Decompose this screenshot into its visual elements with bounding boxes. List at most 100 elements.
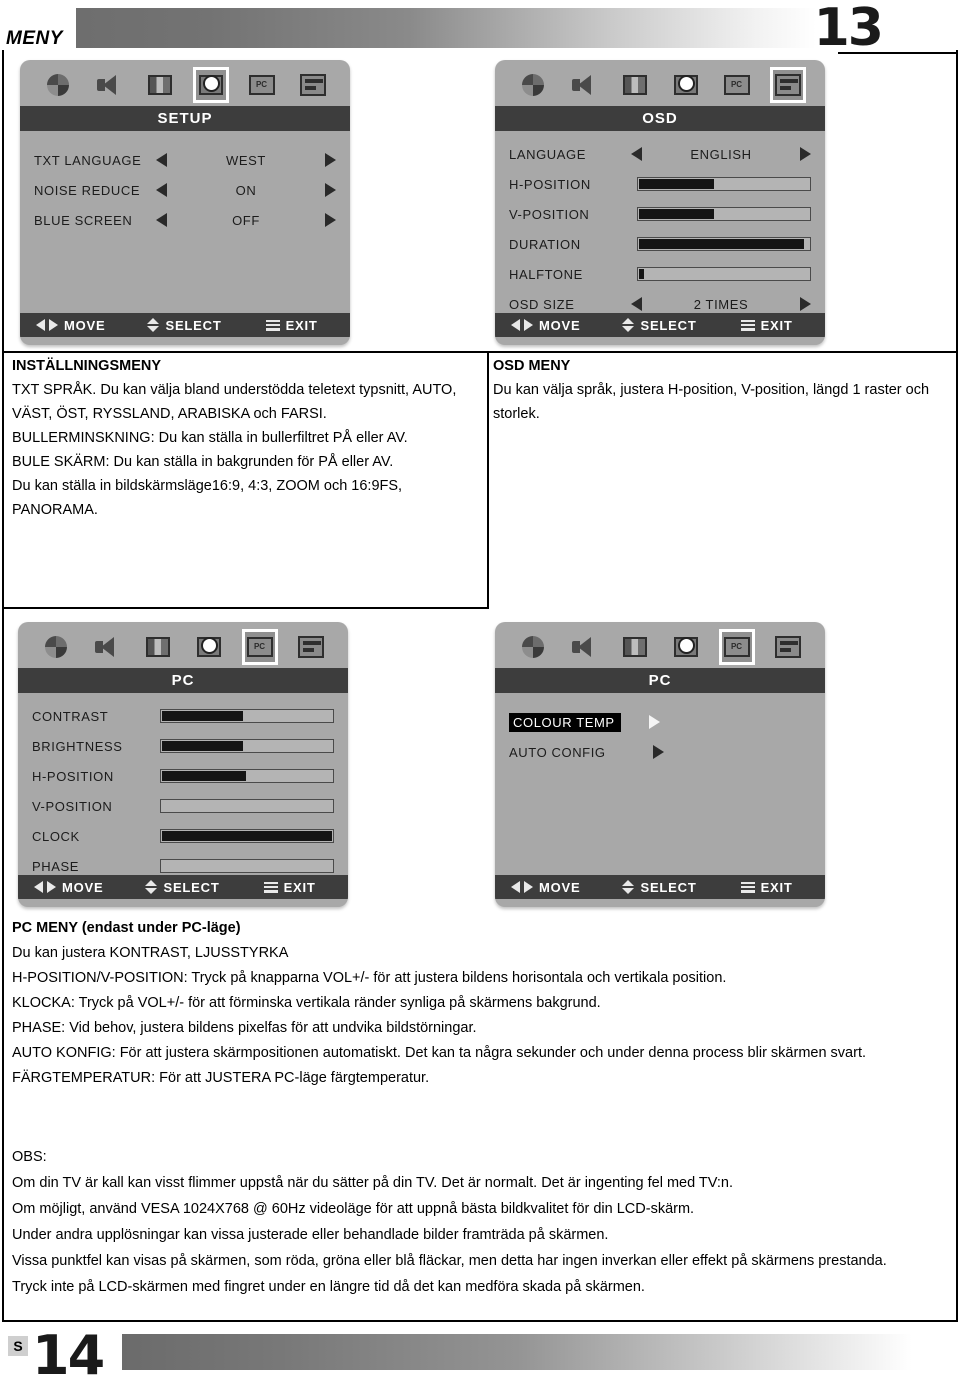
pc-menu-line: FÄRGTEMPERATUR: För att JUSTERA PC-läge …: [12, 1070, 430, 1086]
pc-menu-line: H-POSITION/V-POSITION: Tryck på knapparn…: [12, 970, 727, 986]
left-arrow-icon: [34, 881, 43, 893]
pc-menu-line: KLOCKA: Tryck på VOL+/- för att förminsk…: [12, 995, 601, 1011]
up-down-arrow-icon: [147, 318, 160, 332]
up-down-arrow-icon: [622, 318, 635, 332]
picture-wheel-icon[interactable]: [518, 70, 548, 100]
menu-row[interactable]: NOISE REDUCE ON: [20, 175, 350, 205]
osd-menu-description: OSD MENY Du kan välja språk, justera H-p…: [493, 354, 951, 426]
slider-track[interactable]: [160, 709, 334, 723]
panel-footer: MOVE SELECT EXIT: [18, 875, 348, 899]
tv-screen-icon[interactable]: [143, 632, 173, 662]
increase-arrow-icon[interactable]: [800, 297, 811, 311]
setup-menu-description: INSTÄLLNINGSMENY TXT SPRÅK. Du kan välja…: [12, 354, 480, 522]
menu-row[interactable]: TXT LANGUAGE WEST: [20, 145, 350, 175]
note-heading: OBS:: [12, 1149, 47, 1165]
submenu-arrow-icon[interactable]: [649, 715, 660, 729]
decrease-arrow-icon[interactable]: [631, 147, 642, 161]
footer-exit: EXIT: [740, 318, 793, 333]
slider-track[interactable]: [160, 739, 334, 753]
slider-fill: [162, 771, 246, 781]
submenu-arrow-icon[interactable]: [653, 745, 664, 759]
row-label: CLOCK: [32, 828, 80, 844]
row-label: V-POSITION: [509, 206, 590, 222]
slider-track[interactable]: [637, 177, 811, 191]
osd-settings-icon[interactable]: [769, 67, 806, 103]
panel-body: COLOUR TEMP AUTO CONFIG: [495, 693, 825, 873]
slider-track[interactable]: [637, 237, 811, 251]
decrease-arrow-icon[interactable]: [156, 213, 167, 227]
osd-settings-icon[interactable]: [296, 632, 326, 662]
tv-screen-icon[interactable]: [145, 70, 175, 100]
slider-track[interactable]: [160, 799, 334, 813]
picture-wheel-icon[interactable]: [518, 632, 548, 662]
menu-row[interactable]: AUTO CONFIG: [495, 737, 825, 767]
osd-settings-icon[interactable]: [298, 70, 328, 100]
menu-row[interactable]: CLOCK: [18, 821, 348, 851]
pc-icon[interactable]: PC: [722, 70, 752, 100]
panel-title: SETUP: [20, 106, 350, 131]
menu-row[interactable]: V-POSITION: [495, 199, 825, 229]
menu-row[interactable]: BRIGHTNESS: [18, 731, 348, 761]
footer-move: MOVE: [511, 318, 580, 333]
decrease-arrow-icon[interactable]: [631, 297, 642, 311]
slider-fill: [162, 741, 243, 751]
footer-select: SELECT: [147, 318, 221, 333]
footer-select-label: SELECT: [640, 879, 697, 895]
note-line: Vissa punktfel kan visas på skärmen, som…: [12, 1253, 887, 1269]
page-frame-right-border: [956, 50, 958, 1322]
footer-move-label: MOVE: [539, 317, 581, 333]
text-section-vertical-divider: [487, 351, 489, 609]
slider-track[interactable]: [160, 829, 334, 843]
slider-track[interactable]: [160, 769, 334, 783]
clock-setup-icon[interactable]: [671, 70, 701, 100]
footer-select-label: SELECT: [163, 879, 220, 895]
footer-select: SELECT: [145, 880, 219, 895]
slider-track[interactable]: [160, 859, 334, 873]
speaker-icon[interactable]: [94, 70, 124, 100]
menu-row[interactable]: LANGUAGE ENGLISH: [495, 139, 825, 169]
increase-arrow-icon[interactable]: [325, 183, 336, 197]
menu-row[interactable]: CONTRAST: [18, 701, 348, 731]
slider-fill: [639, 179, 715, 189]
clock-setup-icon[interactable]: [194, 632, 224, 662]
pc-icon[interactable]: PC: [247, 70, 277, 100]
slider-track[interactable]: [637, 267, 811, 281]
clock-setup-icon[interactable]: [192, 67, 229, 103]
speaker-icon[interactable]: [569, 632, 599, 662]
slider-fill: [162, 711, 243, 721]
tv-screen-icon[interactable]: [620, 632, 650, 662]
speaker-icon[interactable]: [92, 632, 122, 662]
footer-move: MOVE: [34, 880, 103, 895]
speaker-icon[interactable]: [569, 70, 599, 100]
footer-move: MOVE: [511, 880, 580, 895]
menu-row[interactable]: DURATION: [495, 229, 825, 259]
menu-row[interactable]: BLUE SCREEN OFF: [20, 205, 350, 235]
pc-icon[interactable]: PC: [241, 629, 278, 665]
row-value: OFF: [232, 212, 260, 228]
increase-arrow-icon[interactable]: [800, 147, 811, 161]
picture-wheel-icon[interactable]: [41, 632, 71, 662]
osd-settings-icon[interactable]: [773, 632, 803, 662]
increase-arrow-icon[interactable]: [325, 153, 336, 167]
menu-row[interactable]: H-POSITION: [495, 169, 825, 199]
footer-move-label: MOVE: [62, 879, 104, 895]
note-line: Tryck inte på LCD-skärmen med fingret un…: [12, 1279, 645, 1295]
increase-arrow-icon[interactable]: [325, 213, 336, 227]
menu-row[interactable]: HALFTONE: [495, 259, 825, 289]
picture-wheel-icon[interactable]: [43, 70, 73, 100]
panel-title: OSD: [495, 106, 825, 131]
menu-row[interactable]: V-POSITION: [18, 791, 348, 821]
menu-row[interactable]: H-POSITION: [18, 761, 348, 791]
row-label: CONTRAST: [32, 708, 109, 724]
slider-track[interactable]: [637, 207, 811, 221]
tv-screen-icon[interactable]: [620, 70, 650, 100]
osd-panel-osd: PC OSD LANGUAGE ENGLISH H-POSITION V-POS…: [495, 60, 825, 345]
pc-icon[interactable]: PC: [718, 629, 755, 665]
decrease-arrow-icon[interactable]: [156, 153, 167, 167]
clock-setup-icon[interactable]: [671, 632, 701, 662]
decrease-arrow-icon[interactable]: [156, 183, 167, 197]
menu-row[interactable]: COLOUR TEMP: [495, 707, 825, 737]
panel-body: TXT LANGUAGE WEST NOISE REDUCE ON BLUE S…: [20, 131, 350, 311]
icon-row: PC: [495, 622, 825, 668]
footer-gradient-bar: [122, 1334, 912, 1370]
